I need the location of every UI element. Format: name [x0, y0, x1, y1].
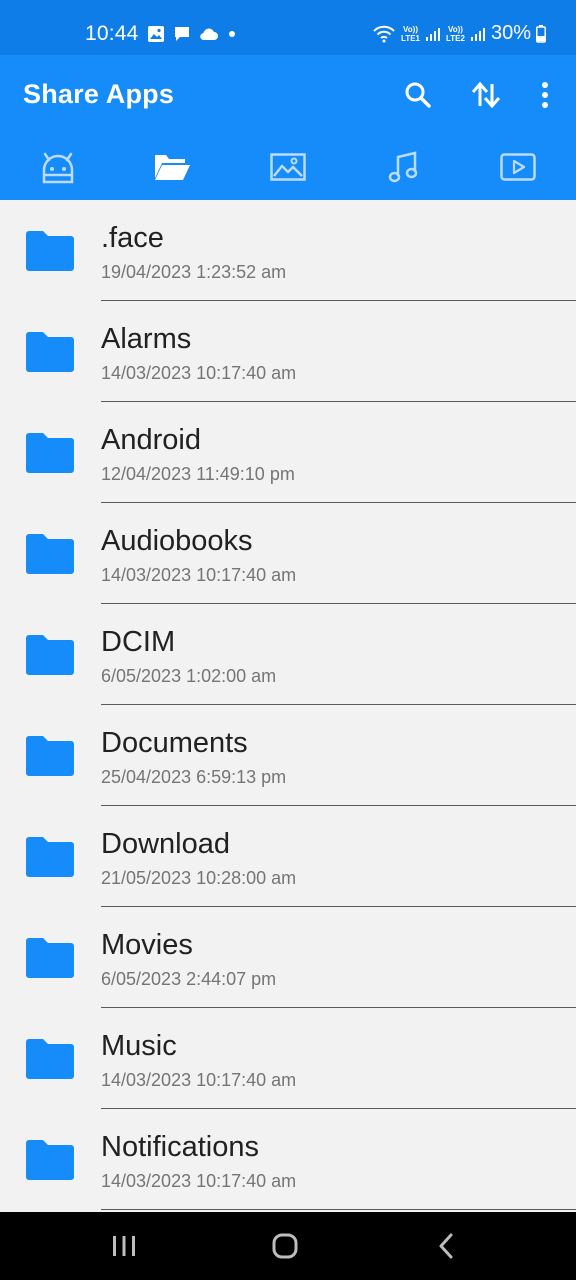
file-date: 14/03/2023 10:17:40 am [101, 1171, 297, 1191]
file-name: Music [101, 1030, 177, 1062]
status-time: 10:44 [85, 22, 139, 45]
sim1-lte-text: LTE1 [401, 33, 420, 43]
file-date: 6/05/2023 2:44:07 pm [101, 969, 277, 989]
row-divider [101, 1209, 576, 1210]
folder-icon [26, 837, 74, 877]
status-right: Vo)) LTE1 Vo)) LTE2 30% [372, 22, 546, 45]
folder-icon [26, 1140, 74, 1180]
file-row[interactable]: Download 21/05/2023 10:28:00 am [0, 806, 576, 907]
overflow-menu-button[interactable] [525, 75, 565, 115]
sim2-lte-label: Vo)) LTE2 [446, 25, 465, 43]
recent-apps-icon [113, 1236, 135, 1256]
file-row[interactable]: Music 14/03/2023 10:17:40 am [0, 1008, 576, 1109]
file-name: Audiobooks [101, 525, 253, 557]
status-left: 10:44 [85, 22, 237, 46]
file-date: 12/04/2023 11:49:10 pm [101, 464, 295, 484]
android-icon [42, 152, 74, 184]
cloud-notification-icon [199, 28, 218, 41]
video-icon [500, 153, 536, 181]
file-row[interactable]: Movies 6/05/2023 2:44:07 pm [0, 907, 576, 1008]
file-row[interactable]: Alarms 14/03/2023 10:17:40 am [0, 301, 576, 402]
folder-icon [26, 433, 74, 473]
sim2-volte-text: Vo)) [448, 24, 463, 34]
file-name: Documents [101, 727, 248, 759]
navigation-bar [0, 1212, 576, 1280]
battery-percent: 30% [490, 22, 531, 44]
file-date: 21/05/2023 10:28:00 am [101, 868, 297, 888]
folder-icon [26, 231, 74, 271]
folder-icon [26, 736, 74, 776]
file-row[interactable]: Documents 25/04/2023 6:59:13 pm [0, 705, 576, 806]
file-date: 6/05/2023 1:02:00 am [101, 666, 277, 686]
home-icon [272, 1233, 298, 1259]
sort-icon [471, 81, 501, 109]
file-name: .face [101, 222, 164, 254]
status-bar: 10:44 Vo)) LTE1 Vo)) LTE2 30% [0, 0, 576, 55]
folder-icon [26, 635, 74, 675]
tab-videos[interactable] [488, 143, 548, 191]
file-date: 25/04/2023 6:59:13 pm [101, 767, 287, 787]
file-row[interactable]: DCIM 6/05/2023 1:02:00 am [0, 604, 576, 705]
home-button[interactable] [257, 1226, 313, 1266]
wifi-icon [373, 25, 395, 42]
sim1-lte-label: Vo)) LTE1 [401, 25, 420, 43]
file-name: Android [101, 424, 201, 456]
file-date: 19/04/2023 1:23:52 am [101, 262, 287, 282]
back-button[interactable] [418, 1226, 474, 1266]
tab-images[interactable] [258, 143, 318, 191]
file-name: Movies [101, 929, 193, 961]
tab-files[interactable] [142, 143, 202, 191]
dot-notification-icon [228, 31, 235, 37]
sort-button[interactable] [466, 75, 506, 115]
folder-icon [26, 534, 74, 574]
sim1-volte-text: Vo)) [403, 24, 418, 34]
file-row[interactable]: .face 19/04/2023 1:23:52 am [0, 200, 576, 301]
sim2-lte-text: LTE2 [446, 33, 465, 43]
music-icon [388, 151, 418, 183]
search-button[interactable] [398, 75, 438, 115]
file-date: 14/03/2023 10:17:40 am [101, 363, 297, 383]
file-row[interactable]: Android 12/04/2023 11:49:10 pm [0, 402, 576, 503]
file-list: .face 19/04/2023 1:23:52 am Alarms 14/03/20… [0, 200, 576, 1212]
folder-icon [26, 1039, 74, 1079]
app-title: Share Apps [23, 79, 175, 109]
file-date: 14/03/2023 10:17:40 am [101, 565, 297, 585]
folder-open-icon [155, 155, 190, 180]
signal-sim1-icon [426, 27, 440, 41]
signal-sim2-icon [470, 27, 485, 41]
more-vert-icon [542, 82, 548, 108]
back-icon [439, 1233, 453, 1259]
gallery-notification-icon [147, 26, 164, 42]
tab-apps[interactable] [28, 143, 88, 191]
file-row[interactable]: Audiobooks 14/03/2023 10:17:40 am [0, 503, 576, 604]
folder-icon [26, 938, 74, 978]
tab-music[interactable] [373, 143, 433, 191]
file-row[interactable]: Notifications 14/03/2023 10:17:40 am [0, 1109, 576, 1210]
search-icon [405, 82, 431, 108]
file-name: Download [101, 828, 230, 860]
file-name: DCIM [101, 626, 176, 658]
battery-icon [536, 24, 546, 43]
file-date: 14/03/2023 10:17:40 am [101, 1070, 297, 1090]
message-notification-icon [174, 27, 189, 41]
recent-apps-button[interactable] [96, 1226, 152, 1266]
app-bar: Share Apps [0, 55, 576, 200]
folder-icon [26, 332, 74, 372]
image-icon [270, 153, 306, 181]
file-name: Alarms [101, 323, 192, 355]
file-name: Notifications [101, 1131, 259, 1163]
category-tabs [0, 143, 576, 193]
